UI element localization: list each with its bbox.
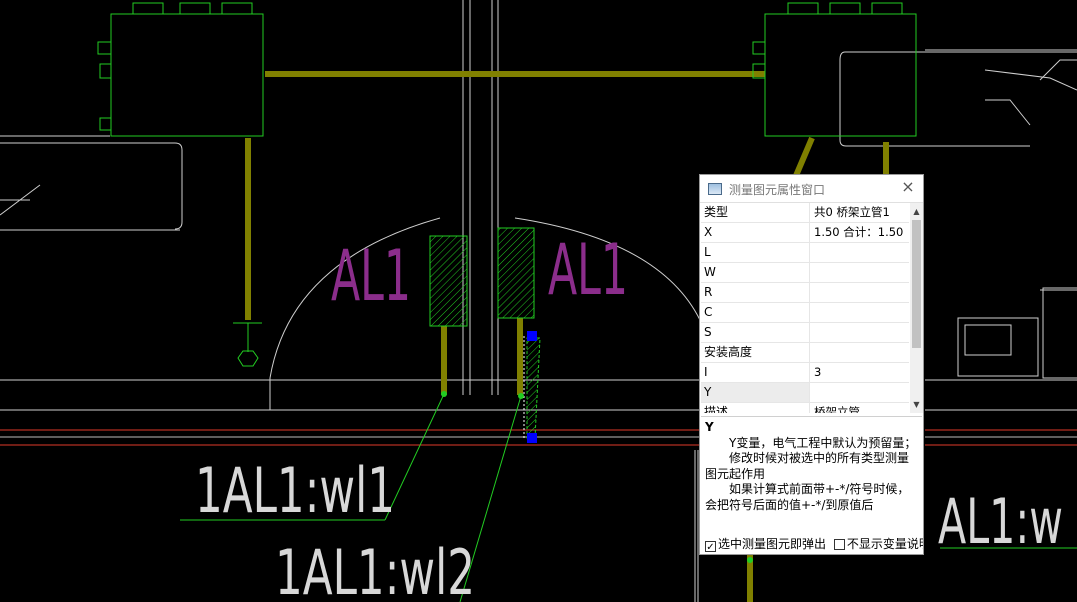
description-line-1: Y变量，电气工程中默认为预留量； <box>729 435 917 450</box>
property-value[interactable] <box>814 263 909 282</box>
window-titlebar[interactable]: 测量图元属性窗口 × <box>700 175 923 203</box>
property-row-l[interactable]: L <box>701 243 909 263</box>
label-wl1: 1AL1:wl1 <box>195 454 395 527</box>
scroll-thumb[interactable] <box>912 220 921 348</box>
riser-hatch-right[interactable] <box>497 227 535 319</box>
selected-riser-element[interactable] <box>526 337 541 439</box>
label-al1-left: AL1 <box>331 235 411 317</box>
property-row-x[interactable]: X 1.50 合计：1.50 <box>701 223 909 243</box>
property-row-r[interactable]: R <box>701 283 909 303</box>
property-value[interactable] <box>814 323 909 342</box>
description-line-2: 修改时候对被选中的所有类型测量图元起作用 <box>705 451 910 481</box>
property-row-c[interactable]: C <box>701 303 909 323</box>
label-right-partial: AL1:w <box>938 485 1063 558</box>
property-value[interactable] <box>814 243 909 262</box>
property-row-y[interactable]: Y <box>701 383 909 403</box>
property-name: 安装高度 <box>701 343 810 362</box>
junction-symbol <box>233 322 262 367</box>
property-value[interactable]: 1.50 合计：1.50 <box>814 223 909 242</box>
property-value[interactable] <box>814 343 909 362</box>
property-row-install-height[interactable]: 安装高度 <box>701 343 909 363</box>
property-name: W <box>701 263 810 282</box>
window-title: 测量图元属性窗口 <box>729 183 826 197</box>
label-al1-right: AL1 <box>548 229 628 311</box>
description-title: Y <box>705 420 714 434</box>
property-value[interactable]: 共0 桥架立管1 <box>814 203 909 222</box>
property-grid: 类型 共0 桥架立管1 X 1.50 合计：1.50 L W R C S 安装高 <box>701 203 909 413</box>
property-scrollbar[interactable]: ▲ ▼ <box>910 203 923 413</box>
property-value[interactable] <box>814 383 909 402</box>
node-dot-3 <box>747 557 753 563</box>
window-app-icon <box>708 183 722 195</box>
property-name: I <box>701 363 810 382</box>
grip-top[interactable] <box>527 331 537 341</box>
property-row-type[interactable]: 类型 共0 桥架立管1 <box>701 203 909 223</box>
equipment-box-right[interactable] <box>752 2 917 137</box>
property-row-w[interactable]: W <box>701 263 909 283</box>
property-name: 描述 <box>701 403 810 413</box>
hide-desc-checkbox[interactable] <box>833 539 845 550</box>
property-row-desc[interactable]: 描述 桥架立管 <box>701 403 909 413</box>
property-name: L <box>701 243 810 262</box>
close-icon[interactable]: × <box>899 178 917 196</box>
scroll-up-icon[interactable]: ▲ <box>910 205 923 218</box>
hide-desc-checkbox-label[interactable]: 不显示变量说明 <box>847 537 923 551</box>
description-panel: Y Y变量，电气工程中默认为预留量； 修改时候对被选中的所有类型测量图元起作用 … <box>701 416 922 532</box>
property-name: S <box>701 323 810 342</box>
property-window[interactable]: 测量图元属性窗口 × 类型 共0 桥架立管1 X 1.50 合计：1.50 L … <box>699 174 924 555</box>
property-name: C <box>701 303 810 322</box>
description-line-3: 如果计算式前面带+-*/符号时候，会把符号后面的值+-*/到原值后 <box>705 482 910 512</box>
property-name: R <box>701 283 810 302</box>
property-value[interactable] <box>814 303 909 322</box>
property-row-i[interactable]: I 3 <box>701 363 909 383</box>
property-value[interactable] <box>814 283 909 302</box>
property-name: Y <box>701 383 810 402</box>
label-wl2: 1AL1:wl2 <box>275 536 475 602</box>
property-name: 类型 <box>701 203 810 222</box>
window-footer: ✓ 选中测量图元即弹出 不显示变量说明 <box>701 535 923 554</box>
property-value[interactable]: 3 <box>814 363 909 382</box>
equipment-box-left[interactable] <box>97 2 264 137</box>
property-name: X <box>701 223 810 242</box>
grip-bottom[interactable] <box>527 433 537 443</box>
popup-checkbox[interactable]: ✓ <box>705 541 716 553</box>
riser-hatch-left[interactable] <box>429 235 468 327</box>
property-row-s[interactable]: S <box>701 323 909 343</box>
property-value[interactable]: 桥架立管 <box>814 403 909 413</box>
popup-checkbox-label[interactable]: 选中测量图元即弹出 <box>718 537 826 551</box>
scroll-down-icon[interactable]: ▼ <box>910 398 923 411</box>
